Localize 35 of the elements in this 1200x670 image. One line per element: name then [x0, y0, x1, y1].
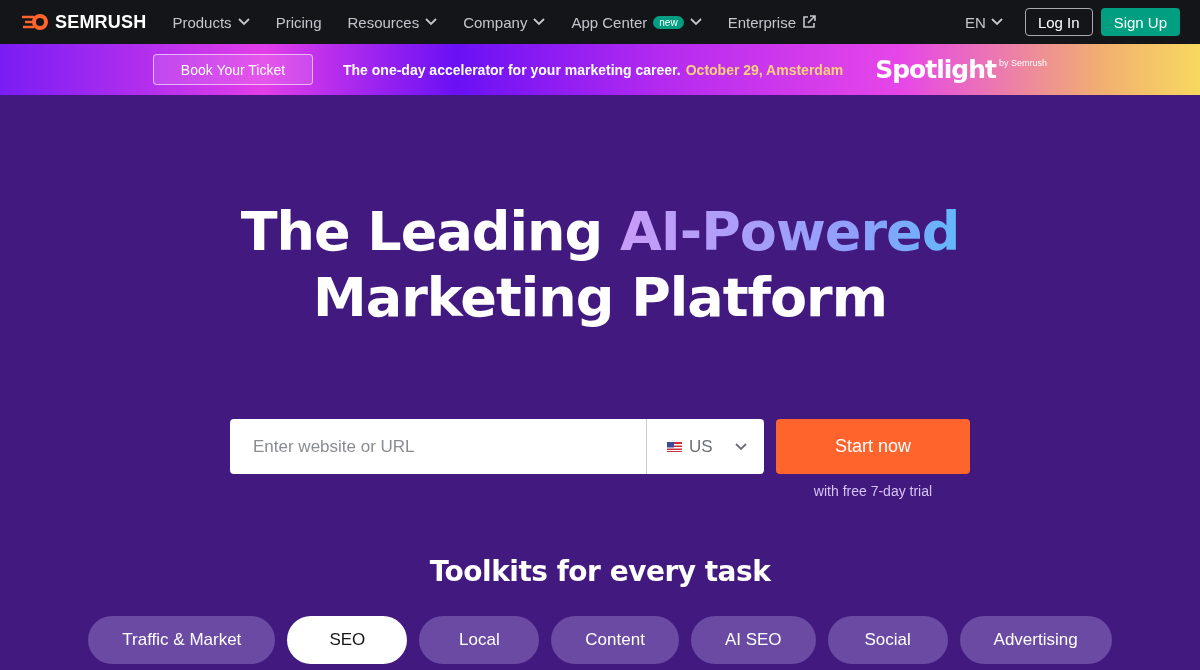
toolkit-tab[interactable]: Traffic & Market	[88, 616, 276, 664]
toolkit-tab[interactable]: AI SEO	[690, 616, 816, 664]
nav-link[interactable]: Resources	[347, 13, 438, 31]
language-selector[interactable]: EN	[965, 13, 1003, 31]
toolkit-tab[interactable]: Content	[551, 616, 679, 664]
chevron-down-icon	[425, 18, 438, 26]
chevron-down-icon	[990, 18, 1003, 26]
chevron-down-icon	[689, 18, 702, 26]
login-button[interactable]: Log In	[1024, 8, 1093, 36]
trial-note: with free 7-day trial	[813, 483, 933, 499]
url-search-field[interactable]: Enter website or URL US	[230, 419, 764, 474]
chevron-down-icon	[533, 18, 546, 26]
nav-link[interactable]: Enterprise	[727, 13, 816, 31]
nav-link[interactable]: Company	[463, 13, 546, 31]
chevron-down-icon	[237, 18, 250, 26]
nav-link[interactable]: App Center new	[571, 13, 702, 31]
chevron-down-icon	[734, 442, 747, 451]
nav-link[interactable]: Products	[172, 13, 250, 31]
nav-link[interactable]: Pricing	[275, 13, 322, 31]
promo-text: The one-day accelerator for your marketing career.	[343, 61, 681, 78]
logo-flame-icon	[20, 13, 50, 31]
toolkit-tab[interactable]: Local	[419, 616, 540, 664]
toolkit-tab[interactable]: SEO	[287, 616, 408, 664]
toolkits-heading: Toolkits for every task	[429, 555, 771, 588]
logo-text: SEMRUSH	[55, 11, 147, 33]
toolkit-tab[interactable]: Social	[827, 616, 948, 664]
toolkit-tab[interactable]: Advertising	[959, 616, 1112, 664]
brand-name: Spotlight	[875, 55, 996, 84]
hero-title: The Leading AI-Powered Marketing Platform	[240, 199, 960, 331]
new-badge: new	[653, 15, 684, 29]
brand-byline: by Semrush	[998, 58, 1047, 68]
promo-date: October 29, Amsterdam	[685, 61, 844, 78]
country-selector[interactable]: US	[646, 419, 764, 474]
flag-icon	[667, 441, 682, 452]
external-link-icon	[802, 15, 816, 29]
